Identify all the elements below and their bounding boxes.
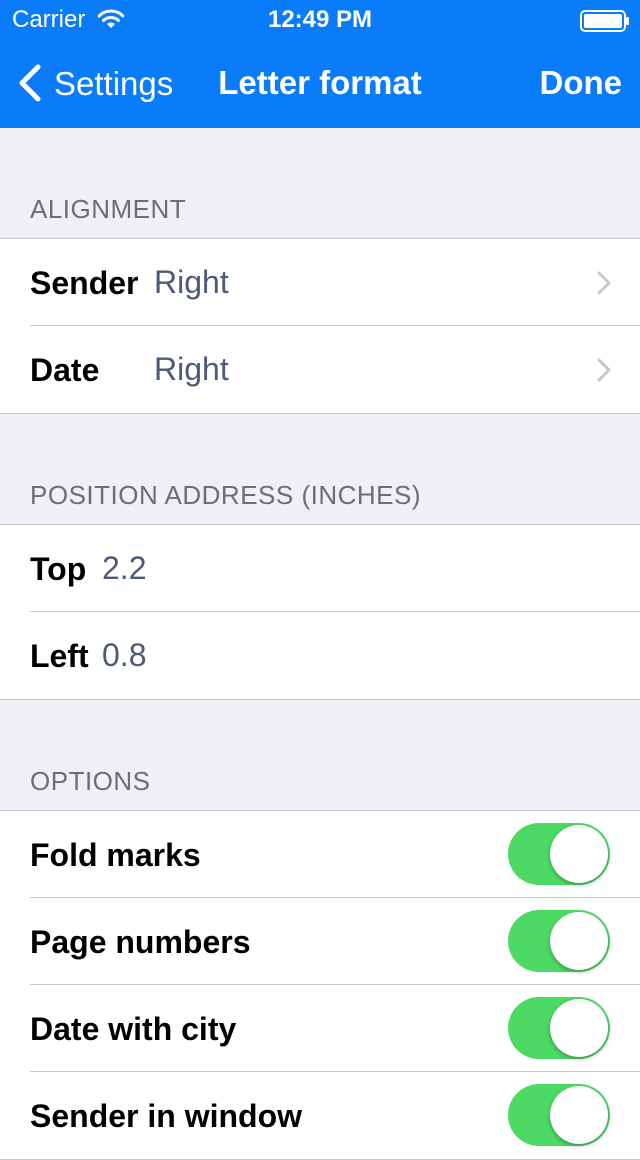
toggle-knob bbox=[550, 1086, 608, 1144]
toggle-knob bbox=[550, 999, 608, 1057]
left-position-row[interactable]: Left 0.8 bbox=[0, 611, 640, 699]
row-label: Date with city bbox=[30, 1011, 237, 1047]
section-header-alignment: ALIGNMENT bbox=[30, 194, 187, 224]
sender-alignment-row[interactable]: Sender Right bbox=[0, 239, 640, 326]
section-header-options: OPTIONS bbox=[30, 766, 151, 796]
row-label: Sender bbox=[30, 265, 139, 301]
battery-icon bbox=[580, 10, 629, 32]
date-with-city-row: Date with city bbox=[0, 984, 640, 1072]
page-numbers-row: Page numbers bbox=[0, 897, 640, 985]
fold-marks-toggle[interactable] bbox=[508, 823, 610, 885]
navigation-bar: Carrier 12:49 PM Settings Letter format … bbox=[0, 0, 640, 128]
date-alignment-row[interactable]: Date Right bbox=[0, 325, 640, 413]
row-label: Sender in window bbox=[30, 1098, 303, 1134]
status-time: 12:49 PM bbox=[267, 6, 373, 33]
done-button[interactable]: Done bbox=[540, 64, 623, 102]
top-position-row[interactable]: Top 2.2 bbox=[0, 525, 640, 612]
row-label: Page numbers bbox=[30, 924, 251, 960]
sender-in-window-row: Sender in window bbox=[0, 1071, 640, 1159]
row-label: Fold marks bbox=[30, 837, 201, 873]
row-value: Right bbox=[154, 264, 229, 300]
fold-marks-row: Fold marks bbox=[0, 811, 640, 898]
row-label: Left bbox=[30, 638, 89, 674]
chevron-right-icon bbox=[597, 271, 611, 295]
position-group: Top 2.2 Left 0.8 bbox=[0, 524, 640, 700]
toggle-knob bbox=[550, 912, 608, 970]
status-bar: Carrier 12:49 PM bbox=[0, 0, 640, 40]
options-group: Fold marks Page numbers Date with city S… bbox=[0, 810, 640, 1160]
section-header-position: POSITION ADDRESS (INCHES) bbox=[30, 480, 421, 510]
toggle-knob bbox=[550, 825, 608, 883]
sender-in-window-toggle[interactable] bbox=[508, 1084, 610, 1146]
chevron-right-icon bbox=[597, 358, 611, 382]
top-position-field[interactable]: 2.2 bbox=[102, 550, 146, 587]
row-label: Top bbox=[30, 551, 87, 587]
date-with-city-toggle[interactable] bbox=[508, 997, 610, 1059]
alignment-group: Sender Right Date Right bbox=[0, 238, 640, 414]
page-numbers-toggle[interactable] bbox=[508, 910, 610, 972]
row-value: Right bbox=[154, 351, 229, 387]
left-position-field[interactable]: 0.8 bbox=[102, 637, 146, 674]
row-label: Date bbox=[30, 352, 100, 388]
